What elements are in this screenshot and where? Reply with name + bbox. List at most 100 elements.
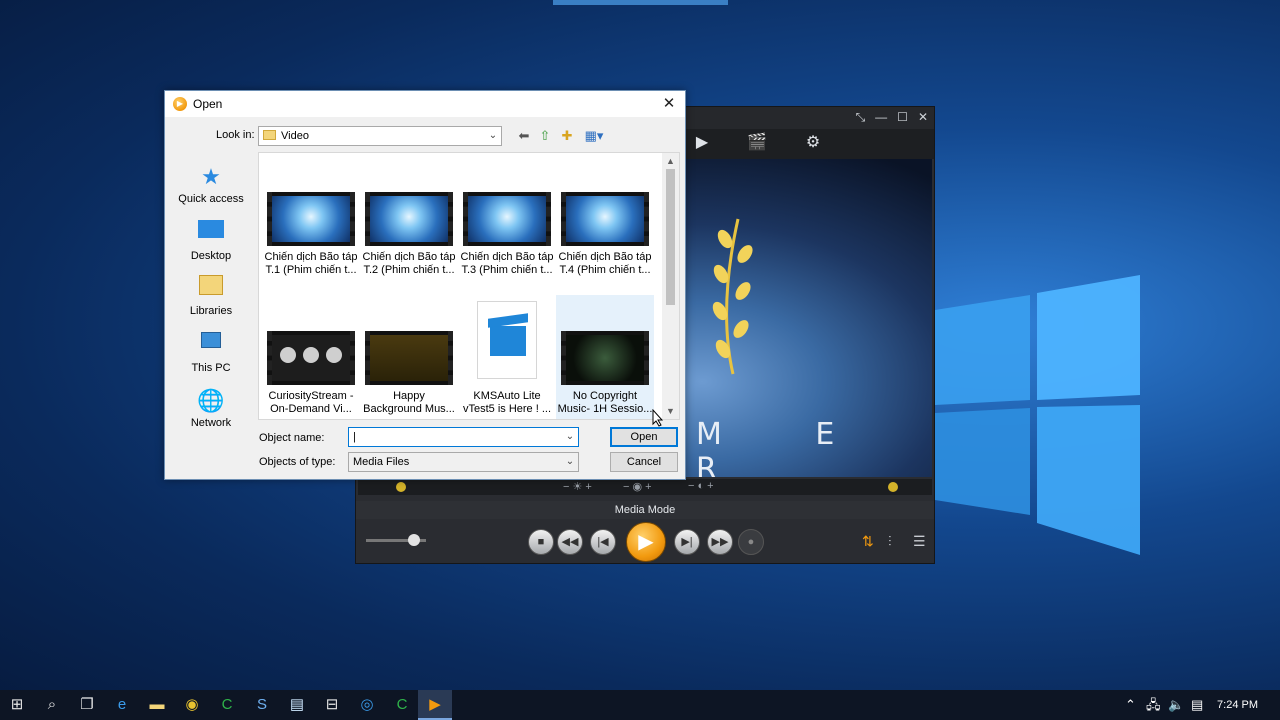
clock-time[interactable]: 7:24 PM	[1217, 690, 1258, 720]
sort-icon[interactable]: ⇅	[862, 533, 874, 550]
star-icon: ★	[201, 164, 221, 189]
file-item[interactable]: CuriosityStream - On-Demand Vi...	[262, 331, 360, 417]
clapperboard-icon[interactable]: 🎬	[746, 134, 768, 152]
windows-logo-wallpaper	[935, 275, 1140, 555]
close-icon[interactable]: ✕	[918, 110, 928, 125]
scrollbar-thumb[interactable]	[666, 169, 675, 305]
equalizer-icon[interactable]: ⫶	[888, 533, 892, 550]
file-item[interactable]: Chiến dịch Bão táp T.3 (Phim chiến t...	[458, 192, 556, 278]
up-folder-icon[interactable]: ⇧	[536, 127, 554, 145]
objects-type-dropdown[interactable]: Media Files ⌄	[348, 452, 579, 472]
file-item[interactable]: Chiến dịch Bão táp T.4 (Phim chiến t...	[556, 192, 654, 278]
app-circle-icon[interactable]: ◎	[350, 690, 384, 720]
tray-chevron-up-icon[interactable]: ⌃	[1125, 690, 1136, 720]
edge-browser-icon[interactable]: e	[105, 690, 139, 720]
chevron-down-icon: ⌄	[488, 130, 498, 141]
place-network[interactable]: 🌐 Network	[171, 383, 251, 437]
file-name-line2: T.4 (Phim chiến t...	[559, 264, 651, 276]
previous-button[interactable]: |◀	[590, 529, 616, 555]
file-name-line2: Music- 1H Sessio...	[557, 403, 653, 415]
new-folder-icon[interactable]: ✚	[558, 127, 576, 145]
file-item[interactable]: No Copyright Music- 1H Sessio...	[556, 295, 654, 419]
place-this-pc[interactable]: This PC	[171, 327, 251, 381]
color-icon[interactable]: − ◉ +	[623, 480, 652, 493]
volume-knob[interactable]	[408, 534, 420, 546]
network-tray-icon[interactable]: 🖧	[1146, 690, 1161, 720]
taskbar: ⊞ ⌕ ❐ e ▬ ◉ C S ▤ ⊟ ◎ C ▶ ⌃ 🖧 🔈 ▤ 7:24 P…	[0, 690, 1280, 720]
place-desktop[interactable]: Desktop	[171, 215, 251, 269]
minimize-icon[interactable]: —	[875, 110, 887, 125]
file-name-line2: T.3 (Phim chiến t...	[461, 264, 553, 276]
back-arrow-icon[interactable]: ⬅	[515, 127, 533, 145]
file-name-line2: vTest5 is Here ! ...	[462, 403, 552, 415]
next-button[interactable]: ▶|	[674, 529, 700, 555]
file-name-line2: On-Demand Vi...	[270, 403, 352, 415]
media-player-taskbar-icon[interactable]: ▶	[418, 690, 452, 720]
open-button[interactable]: Open	[610, 427, 678, 447]
video-library-icon[interactable]: ▶	[691, 134, 713, 152]
file-name-line1: No Copyright	[572, 390, 638, 402]
menu-icon[interactable]: ☰	[913, 533, 926, 550]
file-item[interactable]: Chiến dịch Bão táp T.2 (Phim chiến t...	[360, 192, 458, 278]
chrome-icon[interactable]: ◉	[175, 690, 209, 720]
brightness-icon[interactable]: − ☀ +	[563, 480, 592, 493]
place-libraries[interactable]: Libraries	[171, 271, 251, 325]
volume-tray-icon[interactable]: 🔈	[1168, 690, 1184, 720]
video-thumbnail	[365, 331, 453, 385]
restore-icon[interactable]: ⤡	[856, 110, 866, 125]
chevron-down-icon[interactable]: ⌄	[562, 428, 578, 446]
object-name-input[interactable]: | ⌄	[348, 427, 579, 447]
file-explorer-icon[interactable]: ▬	[140, 690, 174, 720]
scroll-down-icon[interactable]: ▼	[662, 403, 679, 419]
scroll-up-icon[interactable]: ▲	[662, 153, 679, 169]
camtasia-icon[interactable]: C	[210, 690, 244, 720]
file-name-line2: T.2 (Phim chiến t...	[363, 264, 455, 276]
background-window-edge	[553, 0, 728, 5]
contrast-icon[interactable]: − ◐ +	[688, 480, 714, 492]
maximize-icon[interactable]: ☐	[897, 110, 908, 125]
video-thumbnail	[267, 331, 355, 385]
playback-controls: ■ ◀◀ |◀ ▶ ▶| ▶▶ ● ⇅ ⫶ ☰	[356, 521, 934, 562]
folder-icon	[263, 130, 276, 140]
task-view-icon[interactable]: ❐	[70, 690, 104, 720]
volume-level-knob[interactable]	[888, 482, 898, 492]
settings-gear-icon[interactable]: ⚙	[802, 134, 824, 152]
file-name-line1: CuriosityStream -	[268, 390, 354, 402]
dialog-title: Open	[193, 97, 223, 111]
place-quick-access[interactable]: ★ Quick access	[171, 159, 251, 213]
seek-knob[interactable]	[396, 482, 406, 492]
play-button[interactable]: ▶	[626, 522, 666, 562]
view-menu-icon[interactable]: ▦▾	[581, 127, 607, 145]
vertical-scrollbar[interactable]: ▲ ▼	[662, 153, 679, 419]
file-item[interactable]: KMSAuto Lite vTest5 is Here ! ...	[458, 301, 556, 417]
file-list[interactable]: Chiến dịch Bão táp T.1 (Phim chiến t... C…	[258, 152, 680, 420]
file-name-line2: T.1 (Phim chiến t...	[265, 264, 357, 276]
windows-start-icon[interactable]: ⊞	[0, 690, 34, 720]
place-label: Quick access	[178, 193, 244, 205]
media-mode-label: Media Mode	[356, 501, 934, 519]
file-item[interactable]: Happy Background Mus...	[360, 331, 458, 417]
look-in-dropdown[interactable]: Video ⌄	[258, 126, 502, 146]
search-icon[interactable]: ⌕	[35, 690, 69, 720]
camtasia-recorder-icon[interactable]: C	[385, 690, 419, 720]
file-name-line2: Background Mus...	[363, 403, 455, 415]
look-in-value: Video	[281, 130, 309, 142]
laurel-logo	[712, 218, 753, 375]
objects-type-label: Objects of type:	[259, 456, 336, 468]
file-name-line1: Chiến dịch Bão táp	[460, 251, 554, 263]
record-button[interactable]: ●	[738, 529, 764, 555]
skype-icon[interactable]: S	[245, 690, 279, 720]
seek-bar-row: − ☀ + − ◉ + − ◐ +	[358, 479, 932, 495]
rewind-button[interactable]: ◀◀	[557, 529, 583, 555]
place-label: Libraries	[189, 305, 233, 317]
close-icon[interactable]: ✕	[659, 94, 679, 114]
stop-button[interactable]: ■	[528, 529, 554, 555]
keyboard-tray-icon[interactable]: ▤	[1191, 690, 1203, 720]
cancel-button[interactable]: Cancel	[610, 452, 678, 472]
fast-forward-button[interactable]: ▶▶	[707, 529, 733, 555]
file-item[interactable]: Chiến dịch Bão táp T.1 (Phim chiến t...	[262, 192, 360, 278]
dialog-titlebar: ▶ Open ✕	[165, 91, 685, 117]
notepad-icon[interactable]: ▤	[280, 690, 314, 720]
store-icon[interactable]: ⊟	[315, 690, 349, 720]
objects-type-value: Media Files	[353, 456, 410, 468]
